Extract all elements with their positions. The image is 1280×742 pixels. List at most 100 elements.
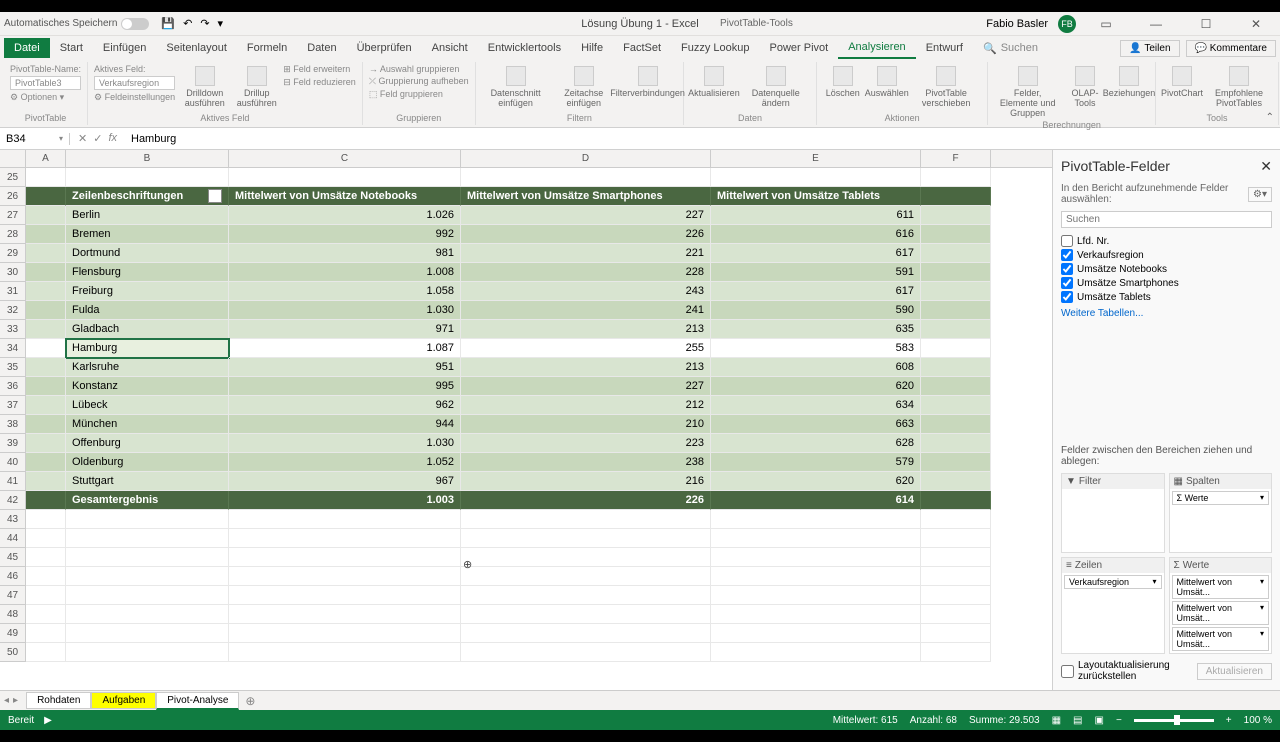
change-source-button[interactable]: Datenquelle ändern (742, 64, 810, 110)
pivot-value[interactable]: 583 (711, 339, 921, 358)
field-item[interactable]: Lfd. Nr. (1061, 234, 1272, 248)
enter-formula-icon[interactable]: ✓ (93, 132, 102, 145)
zone-item[interactable]: Mittelwert von Umsät...▾ (1172, 575, 1270, 599)
refresh-button[interactable]: Aktualisieren (690, 64, 737, 100)
sheet-nav-first[interactable]: ◂ (4, 695, 9, 706)
pivot-row-label[interactable]: Stuttgart (66, 472, 229, 491)
update-button[interactable]: Aktualisieren (1197, 663, 1272, 680)
row-header[interactable]: 27 (0, 206, 26, 225)
zoom-level[interactable]: 100 % (1244, 715, 1272, 726)
pivot-row-label[interactable]: Oldenburg (66, 453, 229, 472)
pivot-value[interactable]: 628 (711, 434, 921, 453)
group-field-button[interactable]: ⬚ Feld gruppieren (369, 89, 469, 100)
pivot-value[interactable]: 213 (461, 358, 711, 377)
row-header[interactable]: 45 (0, 548, 26, 567)
row-header[interactable]: 49 (0, 624, 26, 643)
cell[interactable] (921, 491, 991, 510)
cell[interactable] (461, 643, 711, 662)
row-header[interactable]: 42 (0, 491, 26, 510)
cell[interactable] (229, 624, 461, 643)
cancel-formula-icon[interactable]: ✕ (78, 132, 87, 145)
cell[interactable] (921, 206, 991, 225)
pivot-value[interactable]: 1.030 (229, 301, 461, 320)
pivot-col-header[interactable]: Mittelwert von Umsätze Smartphones (461, 187, 711, 206)
cell[interactable] (26, 453, 66, 472)
row-header[interactable]: 29 (0, 244, 26, 263)
tab-factset[interactable]: FactSet (613, 38, 671, 58)
pivot-value[interactable]: 590 (711, 301, 921, 320)
cell[interactable] (26, 434, 66, 453)
pivot-value[interactable]: 995 (229, 377, 461, 396)
view-layout-icon[interactable]: ▤ (1073, 715, 1082, 726)
zone-item[interactable]: Mittelwert von Umsät...▾ (1172, 601, 1270, 625)
cell[interactable] (229, 605, 461, 624)
pivot-value[interactable]: 962 (229, 396, 461, 415)
tab-fuzzylookup[interactable]: Fuzzy Lookup (671, 38, 759, 58)
cell[interactable] (26, 586, 66, 605)
values-zone[interactable]: ΣWerte Mittelwert von Umsät...▾ Mittelwe… (1169, 557, 1273, 654)
pivot-value[interactable]: 981 (229, 244, 461, 263)
cell[interactable] (921, 567, 991, 586)
cell[interactable] (229, 168, 461, 187)
cell[interactable] (26, 377, 66, 396)
cell[interactable] (921, 263, 991, 282)
cell[interactable] (66, 567, 229, 586)
pivot-value[interactable]: 1.087 (229, 339, 461, 358)
row-filter-button[interactable]: ▾ (208, 189, 222, 203)
cell[interactable] (461, 567, 711, 586)
tab-formeln[interactable]: Formeln (237, 38, 297, 58)
minimize-icon[interactable]: — (1136, 17, 1176, 31)
row-header[interactable]: 30 (0, 263, 26, 282)
cell[interactable] (26, 472, 66, 491)
row-header[interactable]: 32 (0, 301, 26, 320)
sheet-tab-aufgaben[interactable]: Aufgaben (91, 692, 156, 709)
search-icon[interactable]: 🔍 (983, 42, 997, 55)
ungroup-button[interactable]: ⤫ Gruppierung aufheben (369, 76, 469, 87)
cell[interactable] (229, 510, 461, 529)
col-header-e[interactable]: E (711, 150, 921, 167)
cell[interactable] (26, 643, 66, 662)
field-item[interactable]: Umsätze Tablets (1061, 290, 1272, 304)
zoom-in-icon[interactable]: + (1226, 715, 1232, 726)
pivot-value[interactable]: 213 (461, 320, 711, 339)
cell[interactable] (229, 643, 461, 662)
redo-icon[interactable]: ↷ (200, 17, 209, 30)
cell[interactable] (921, 548, 991, 567)
sheet-tab-rohdaten[interactable]: Rohdaten (26, 692, 91, 709)
tab-hilfe[interactable]: Hilfe (571, 38, 613, 58)
pivot-value[interactable]: 663 (711, 415, 921, 434)
row-header[interactable]: 37 (0, 396, 26, 415)
pivot-value[interactable]: 944 (229, 415, 461, 434)
pivot-value[interactable]: 951 (229, 358, 461, 377)
sheet-tab-pivot-analyse[interactable]: Pivot-Analyse (156, 692, 239, 710)
cell[interactable] (921, 472, 991, 491)
row-header[interactable]: 44 (0, 529, 26, 548)
pivot-row-label[interactable]: Berlin (66, 206, 229, 225)
row-header[interactable]: 33 (0, 320, 26, 339)
cell[interactable] (461, 510, 711, 529)
cell[interactable] (921, 282, 991, 301)
pivot-value[interactable]: 243 (461, 282, 711, 301)
cell[interactable] (461, 605, 711, 624)
cell[interactable] (921, 358, 991, 377)
cell[interactable] (26, 320, 66, 339)
zone-item[interactable]: Mittelwert von Umsät...▾ (1172, 627, 1270, 651)
columns-zone[interactable]: ▦Spalten Σ Werte▾ (1169, 473, 1273, 553)
tab-ansicht[interactable]: Ansicht (422, 38, 478, 58)
pivot-value[interactable]: 579 (711, 453, 921, 472)
cell[interactable] (461, 624, 711, 643)
cell[interactable] (229, 529, 461, 548)
fields-items-button[interactable]: Felder, Elemente und Gruppen (994, 64, 1061, 120)
pivottable-name-input[interactable]: PivotTable3 (10, 76, 81, 90)
pivot-value[interactable]: 992 (229, 225, 461, 244)
pivot-value[interactable]: 1.008 (229, 263, 461, 282)
cell[interactable] (711, 510, 921, 529)
pivot-row-label[interactable]: Lübeck (66, 396, 229, 415)
rows-zone[interactable]: ≡Zeilen Verkaufsregion▾ (1061, 557, 1165, 654)
field-item[interactable]: Umsätze Smartphones (1061, 276, 1272, 290)
cell[interactable] (26, 510, 66, 529)
collapse-ribbon-icon[interactable]: ⌃ (1266, 112, 1274, 123)
tab-file[interactable]: Datei (4, 38, 50, 58)
recommended-button[interactable]: Empfohlene PivotTables (1206, 64, 1272, 110)
tab-entwicklertools[interactable]: Entwicklertools (478, 38, 571, 58)
